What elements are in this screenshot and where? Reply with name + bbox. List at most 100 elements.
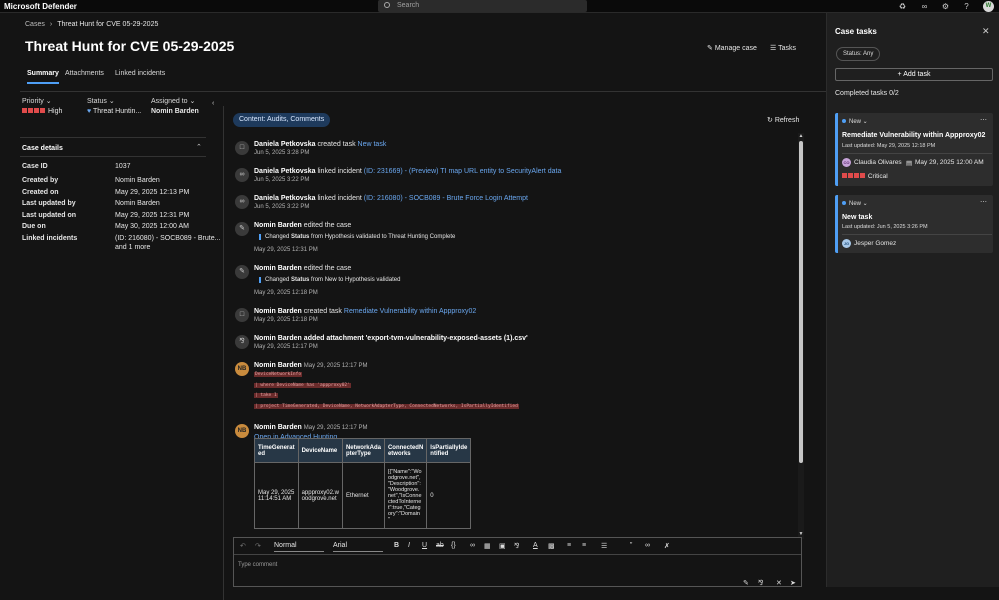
quote-icon[interactable]: ” xyxy=(630,542,632,549)
table-cell: 0 xyxy=(426,462,472,529)
pencil-icon: ✎ xyxy=(707,45,713,52)
status-label: Status ⌄ xyxy=(87,98,115,105)
result-table: TimeGenerat ed DeviceName NetworkAda pte… xyxy=(254,438,472,529)
chevron-up-icon[interactable]: ⌃ xyxy=(196,143,202,151)
help-icon[interactable]: ? xyxy=(962,2,971,11)
refresh-button[interactable]: ↻ Refresh xyxy=(767,116,799,124)
task-status[interactable]: New ⌄ xyxy=(842,200,868,207)
search-input[interactable]: Search xyxy=(397,2,419,9)
task-updated: Last updated: Jun 5, 2025 3:26 PM xyxy=(842,224,928,230)
link-icon: ∞ xyxy=(235,195,249,209)
task-link[interactable]: Remediate Vulnerability within Appproxy0… xyxy=(344,308,476,315)
status-filter[interactable]: Status: Any xyxy=(836,47,881,61)
numbered-list-icon[interactable]: ≡ xyxy=(582,542,586,549)
task-title[interactable]: New task xyxy=(842,214,872,221)
timestamp: Jun 5, 2025 3:22 PM xyxy=(254,204,310,210)
scroll-thumb[interactable] xyxy=(799,141,803,463)
tab-attachments[interactable]: Attachments xyxy=(65,70,104,77)
edit-icon: ✎ xyxy=(235,222,249,236)
avatar: NB xyxy=(235,424,249,438)
add-task-button[interactable]: + Add task xyxy=(835,68,993,81)
change-detail: Changed Status from Hypothesis validated… xyxy=(259,234,455,240)
bullet-list-icon[interactable]: ≡ xyxy=(567,542,571,549)
content-filter-pill[interactable]: Content: Audits, Comments xyxy=(233,113,331,127)
app-name: Microsoft Defender xyxy=(4,2,77,11)
incident-link[interactable]: (ID: 231669) - (Preview) TI map URL enti… xyxy=(364,168,562,175)
image-icon[interactable]: ▣ xyxy=(499,542,506,550)
column-header: IsPartiallyIde ntified xyxy=(426,438,472,463)
table-row: May 29, 2025 11:14:51 AM appproxy02.w oo… xyxy=(254,462,472,529)
more-icon[interactable]: ⋯ xyxy=(980,198,987,206)
task-card[interactable]: New ⌄ ⋯ New task Last updated: Jun 5, 20… xyxy=(835,195,993,253)
underline-icon[interactable]: U xyxy=(422,542,427,549)
send-icon[interactable]: ➤ xyxy=(790,579,796,587)
clear-format-icon[interactable]: ✗ xyxy=(664,542,670,550)
breadcrumb-cases[interactable]: Cases xyxy=(25,21,45,28)
status-dot-icon xyxy=(842,119,846,123)
tab-summary[interactable]: Summary xyxy=(27,70,59,84)
status-field[interactable]: Status ⌄ ♥ Threat Huntin... xyxy=(87,97,141,115)
more-incidents-link[interactable]: and 1 more xyxy=(115,244,150,251)
collapse-left-icon[interactable]: ‹ xyxy=(212,100,214,107)
link-icon: ∞ xyxy=(235,168,249,182)
attach-icon[interactable]: ⅋ xyxy=(758,579,763,587)
severity-bar-icon xyxy=(22,108,27,113)
highlight-icon[interactable]: ▩ xyxy=(548,542,555,550)
paperclip-icon: ⅋ xyxy=(235,335,249,349)
divider xyxy=(20,156,206,157)
list-icon: ☰ xyxy=(770,45,777,52)
table-icon[interactable]: ▦ xyxy=(484,542,491,550)
task-updated: Last updated: May 29, 2025 12:18 PM xyxy=(842,143,936,149)
column-header: TimeGenerat ed xyxy=(254,438,299,463)
user-avatar[interactable]: W xyxy=(983,1,994,12)
manage-case-button[interactable]: ✎ Manage case xyxy=(707,44,757,52)
link-icon[interactable]: ∞ xyxy=(470,542,475,549)
column-divider xyxy=(223,106,224,600)
code-icon[interactable]: {} xyxy=(451,542,456,549)
scrollbar[interactable]: ▲ ▼ xyxy=(798,133,804,539)
comment-editor: ↶ ↷ Normal Arial B I U ab {} ∞ ▦ ▣ ⅋ A ▩… xyxy=(233,537,802,587)
add-task-label: Add task xyxy=(903,71,931,78)
attach-icon[interactable]: ⅋ xyxy=(514,542,519,550)
task-icon: □ xyxy=(235,308,249,322)
align-icon[interactable]: ☰ xyxy=(601,542,607,550)
avatar: CO xyxy=(842,158,851,167)
status-dot-icon xyxy=(842,201,846,205)
strikethrough-icon[interactable]: ab xyxy=(436,542,444,549)
redo-icon[interactable]: ↷ xyxy=(255,542,261,550)
task-link[interactable]: New task xyxy=(358,141,387,148)
tasks-button[interactable]: ☰ Tasks xyxy=(770,44,796,52)
linked-incident-link[interactable]: (ID: 216080) - SOCB089 - Brute... xyxy=(115,235,220,242)
paragraph-style-select[interactable]: Normal xyxy=(274,540,324,552)
page-title: Threat Hunt for CVE 05-29-2025 xyxy=(25,38,235,54)
unlink-icon[interactable]: ∞ xyxy=(645,542,650,549)
font-select[interactable]: Arial xyxy=(333,540,383,552)
link-icon[interactable]: ∞ xyxy=(920,2,929,11)
close-icon[interactable]: ✕ xyxy=(982,26,990,37)
close-icon[interactable]: ✕ xyxy=(776,579,782,587)
gear-icon[interactable]: ⚙ xyxy=(941,2,950,11)
scroll-up-icon[interactable]: ▲ xyxy=(798,133,804,139)
draw-icon[interactable]: ✎ xyxy=(743,579,749,587)
more-icon[interactable]: ⋯ xyxy=(980,116,987,124)
font-color-icon[interactable]: A xyxy=(533,542,538,549)
main-area: Cases › Threat Hunt for CVE 05-29-2025 Thr… xyxy=(0,13,833,600)
chevron-down-icon: ⌄ xyxy=(189,98,196,105)
code-line: | where DeviceName has 'appproxy02' xyxy=(254,383,351,388)
task-status[interactable]: New ⌄ xyxy=(842,118,868,125)
tab-linked-incidents[interactable]: Linked incidents xyxy=(115,70,165,77)
search-box[interactable]: Search xyxy=(378,0,587,12)
bold-icon[interactable]: B xyxy=(394,542,399,549)
priority-value: High xyxy=(22,108,62,115)
comment-input[interactable]: Type comment xyxy=(238,562,277,568)
task-title[interactable]: Remediate Vulnerability within Appproxy0… xyxy=(842,132,985,139)
case-details-heading: Case details xyxy=(22,145,63,152)
italic-icon[interactable]: I xyxy=(408,542,410,549)
bell-icon[interactable]: ♻ xyxy=(898,2,907,11)
assigned-field[interactable]: Assigned to ⌄ Nomin Barden xyxy=(151,97,199,115)
priority-field[interactable]: Priority ⌄ High xyxy=(22,97,62,115)
incident-link[interactable]: (ID: 216080) - SOCB089 - Brute Force Log… xyxy=(364,195,528,202)
undo-icon[interactable]: ↶ xyxy=(240,542,246,550)
task-card[interactable]: New ⌄ ⋯ Remediate Vulnerability within A… xyxy=(835,113,993,186)
chevron-down-icon: ⌄ xyxy=(45,98,52,105)
